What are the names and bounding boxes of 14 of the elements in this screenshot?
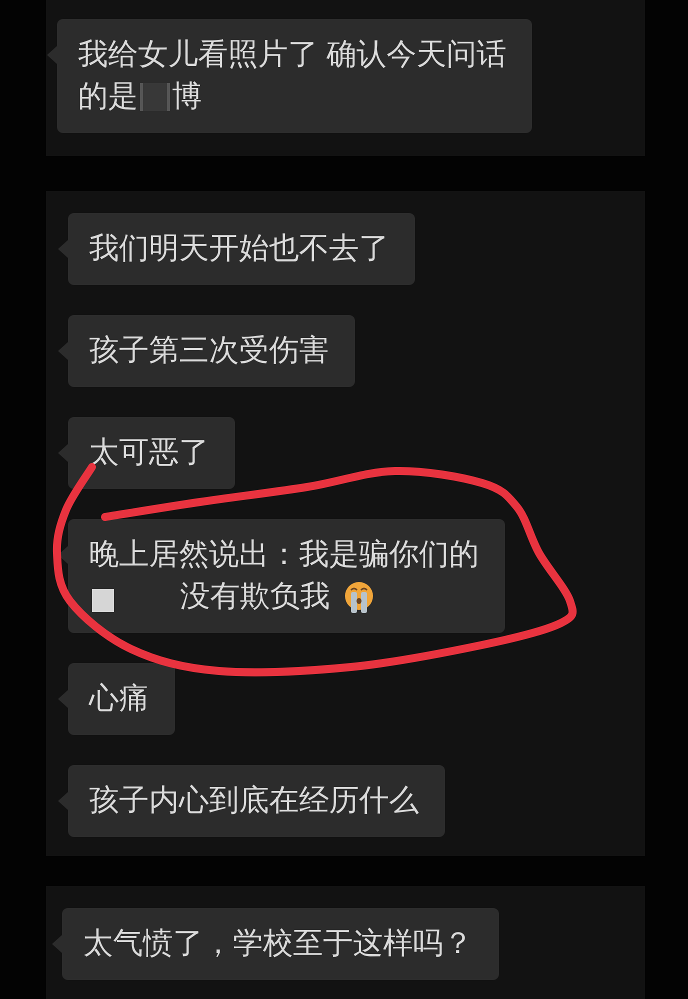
crying-face-icon bbox=[344, 581, 374, 613]
message-text: 博 bbox=[172, 79, 202, 115]
message-text: 晚上居然说出：我是骗你们的 bbox=[89, 537, 479, 573]
message-text: 心痛 bbox=[89, 681, 149, 717]
message-text: 没有欺负我 bbox=[180, 579, 330, 615]
redaction-block bbox=[92, 588, 114, 612]
message-text: 我们明天开始也不去了 bbox=[89, 231, 389, 267]
blurred-patch bbox=[140, 83, 170, 111]
message-text: 我给女儿看照片了 确认今天问话 bbox=[78, 37, 506, 73]
message-text: 孩子内心到底在经历什么 bbox=[89, 783, 419, 819]
message-text: 的是 bbox=[78, 79, 138, 115]
message-text: 太气愤了，学校至于这样吗？ bbox=[83, 926, 473, 962]
message-text: 太可恶了 bbox=[89, 435, 209, 471]
message-text: 孩子第三次受伤害 bbox=[89, 333, 329, 369]
